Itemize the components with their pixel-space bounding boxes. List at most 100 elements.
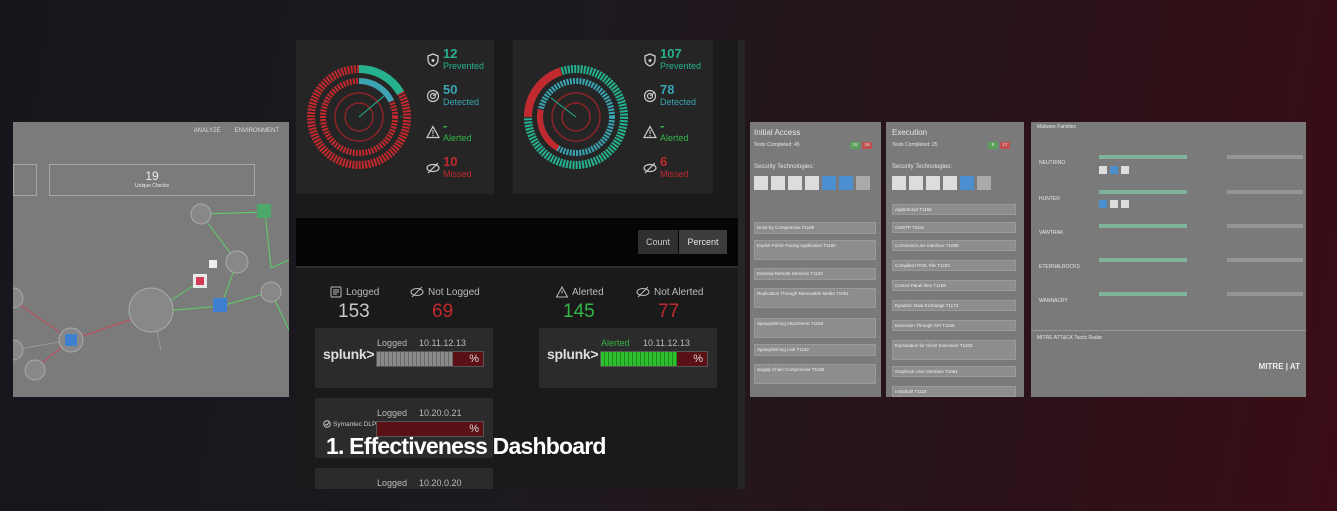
tech-icon[interactable] [926, 176, 940, 190]
count-toggle[interactable]: Count [638, 230, 678, 254]
percent-toggle[interactable]: Percent [679, 230, 727, 254]
tech-icon[interactable] [771, 176, 785, 190]
security-tech-label: Security Technologies: [892, 164, 952, 170]
technique-tile[interactable]: Execution Through API T1106 [892, 320, 1016, 331]
missed-label: Missed [660, 169, 689, 179]
malware-bar [1227, 190, 1303, 194]
stat-detected-2: 78 Detected [643, 83, 696, 108]
unique-checks-label: Unique Checks [135, 183, 169, 189]
unique-checks-value: 19 [145, 169, 159, 183]
technique-tile[interactable]: Compiled HTML File T1223 [892, 260, 1016, 271]
tech-icon[interactable] [943, 176, 957, 190]
technique-tile[interactable]: Control Panel Item T1196 [892, 280, 1016, 291]
tactic-title: Execution [892, 128, 928, 137]
missed-label: Missed [443, 169, 472, 179]
tech-icon [1099, 166, 1107, 174]
malware-bar [1099, 258, 1187, 262]
splunk-logo: splunk> [323, 346, 375, 362]
eye-slash-icon [643, 162, 657, 174]
technique-tile[interactable]: AppleScript T1155 [892, 204, 1016, 215]
malware-bar [1227, 258, 1303, 262]
badge-pass: 28 [850, 142, 860, 149]
divider [1031, 330, 1306, 331]
donut-chart-1 [307, 65, 411, 169]
stat-missed-1: 10 Missed [426, 155, 472, 180]
technique-tile[interactable]: CMSTP T1191 [892, 222, 1016, 233]
stat-prevented-1: 12 Prevented [426, 47, 484, 72]
analyze-tab[interactable]: ANALYZE [194, 128, 221, 134]
malware-row-label: HUNTER [1039, 196, 1060, 202]
technique-tile[interactable]: Graphical User Interface T1061 [892, 366, 1016, 377]
percent-symbol: % [693, 353, 703, 365]
integration-card-splunk-alerted[interactable]: splunk> Alerted 10.11.12.13 % [539, 328, 717, 388]
donut-1-center: - [400, 112, 403, 121]
tech-icon[interactable] [892, 176, 906, 190]
malware-bar [1099, 224, 1187, 228]
initial-access-panel: Initial Access Tests Completed: 45 28 16… [750, 122, 881, 397]
integration-status: Logged [377, 408, 408, 418]
tech-icon[interactable] [856, 176, 870, 190]
prevented-label: Prevented [443, 61, 485, 71]
badge-pass: 8 [988, 142, 998, 149]
tech-icon[interactable] [788, 176, 802, 190]
badge-fail: 17 [1000, 142, 1010, 149]
malware-bar [1227, 155, 1303, 159]
technique-tile[interactable]: Replication Through Removable Media T109… [754, 288, 876, 308]
tech-icon[interactable] [960, 176, 974, 190]
badge-fail: 16 [862, 142, 872, 149]
technique-tile[interactable]: Spearphishing Link T1192 [754, 344, 876, 356]
tech-icon[interactable] [839, 176, 853, 190]
technique-tile[interactable]: Exploitation for Client Execution T1203 [892, 340, 1016, 360]
tech-icon[interactable] [822, 176, 836, 190]
technique-tile[interactable]: Exploit Public-Facing Application T1190 [754, 240, 876, 260]
malware-bar [1227, 224, 1303, 228]
missed-value: 6 [660, 154, 668, 169]
alerted-header: Alerted [556, 286, 604, 298]
logged-header: Logged [330, 286, 379, 298]
tech-icon [1110, 166, 1118, 174]
technique-tile[interactable]: Command-Line Interface T1059 [892, 240, 1016, 251]
not-alerted-header: Not Alerted [636, 286, 703, 298]
integration-status: Logged [377, 338, 408, 348]
environment-tab[interactable]: ENVIRONMENT [235, 128, 279, 134]
tech-icon[interactable] [909, 176, 923, 190]
alert-progress-bar: % [600, 351, 708, 367]
malware-row-label: WANNACRY [1039, 298, 1068, 304]
shield-icon [644, 53, 656, 67]
log-progress-bar: % [376, 351, 484, 367]
eye-slash-icon [410, 286, 424, 298]
not-logged-header: Not Logged [410, 286, 480, 298]
not-logged-label: Not Logged [428, 286, 480, 298]
donut-card-1: - 12 Prevented 50 Detected - Alerted 10 … [296, 40, 494, 194]
malware-bar [1099, 190, 1187, 194]
shield-icon [427, 53, 439, 67]
technique-tile[interactable]: Spearphishing Attachment T1193 [754, 318, 876, 338]
tech-icon [1121, 200, 1129, 208]
stat-missed-2: 6 Missed [643, 155, 689, 180]
tech-icon[interactable] [754, 176, 768, 190]
scrollbar[interactable] [738, 40, 745, 489]
alerted-label: Alerted [660, 133, 689, 143]
effectiveness-dashboard: - 12 Prevented 50 Detected - Alerted 10 … [296, 40, 745, 489]
tech-icon[interactable] [977, 176, 991, 190]
technique-tile[interactable]: External Remote Services T1133 [754, 268, 876, 280]
warning-icon [643, 125, 657, 139]
tech-icon[interactable] [805, 176, 819, 190]
symantec-logo: Symantec DLP [323, 420, 376, 428]
toolbar-strip: Count Percent [296, 218, 738, 266]
integration-card-splunk-logged[interactable]: splunk> Logged 10.11.12.13 % [315, 328, 493, 388]
eye-slash-icon [426, 162, 440, 174]
technique-tile[interactable]: InstallUtil T1118 [892, 386, 1016, 397]
alerted-value: - [443, 118, 448, 133]
donut-chart-2 [524, 65, 628, 169]
malware-row-label: NEUTRINO [1039, 160, 1066, 166]
technique-tile[interactable]: Drive-by Compromise T1189 [754, 222, 876, 234]
radar-icon [643, 89, 657, 103]
technique-tile[interactable]: Supply Chain Compromise T1195 [754, 364, 876, 384]
technique-tile[interactable]: Dynamic Data Exchange T1173 [892, 300, 1016, 311]
caption-title: 1. Effectiveness Dashboard [326, 433, 606, 459]
eye-slash-icon [636, 286, 650, 298]
integration-card-4[interactable]: Logged 10.20.0.20 [315, 468, 493, 489]
network-graph[interactable] [13, 200, 289, 397]
malware-bar [1227, 292, 1303, 296]
